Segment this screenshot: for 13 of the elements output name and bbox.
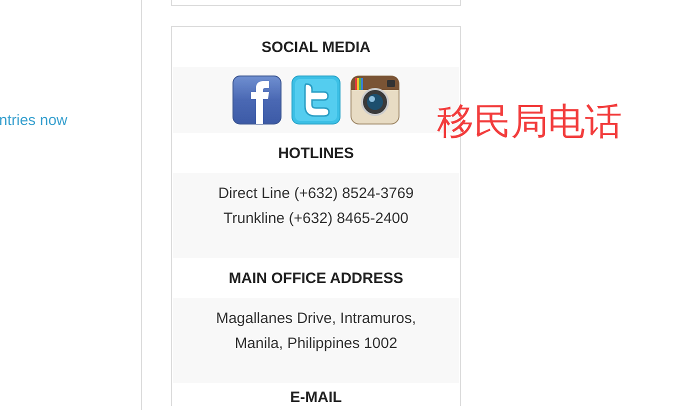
camera-icon[interactable] [350, 75, 400, 125]
contact-text: Manila, Philippines 1002 [234, 334, 398, 354]
section-heading: E-MAIL [289, 388, 343, 406]
entries-link[interactable]: ntries now [0, 112, 141, 129]
section-heading: MAIN OFFICE ADDRESS [228, 268, 404, 288]
contact-text: Direct Line (+632) 8524-3769 [218, 184, 414, 204]
contact-text: Trunkline (+632) 8465-2400 [224, 209, 408, 229]
section-heading: SOCIAL MEDIA [260, 38, 372, 58]
section-heading: HOTLINES [277, 144, 355, 164]
annotation-text: 移民局电话 [437, 99, 622, 145]
social-media-icon[interactable] [232, 75, 282, 125]
bird-icon[interactable] [291, 75, 341, 125]
contact-text: Magallanes Drive, Intramuros, [216, 309, 416, 329]
